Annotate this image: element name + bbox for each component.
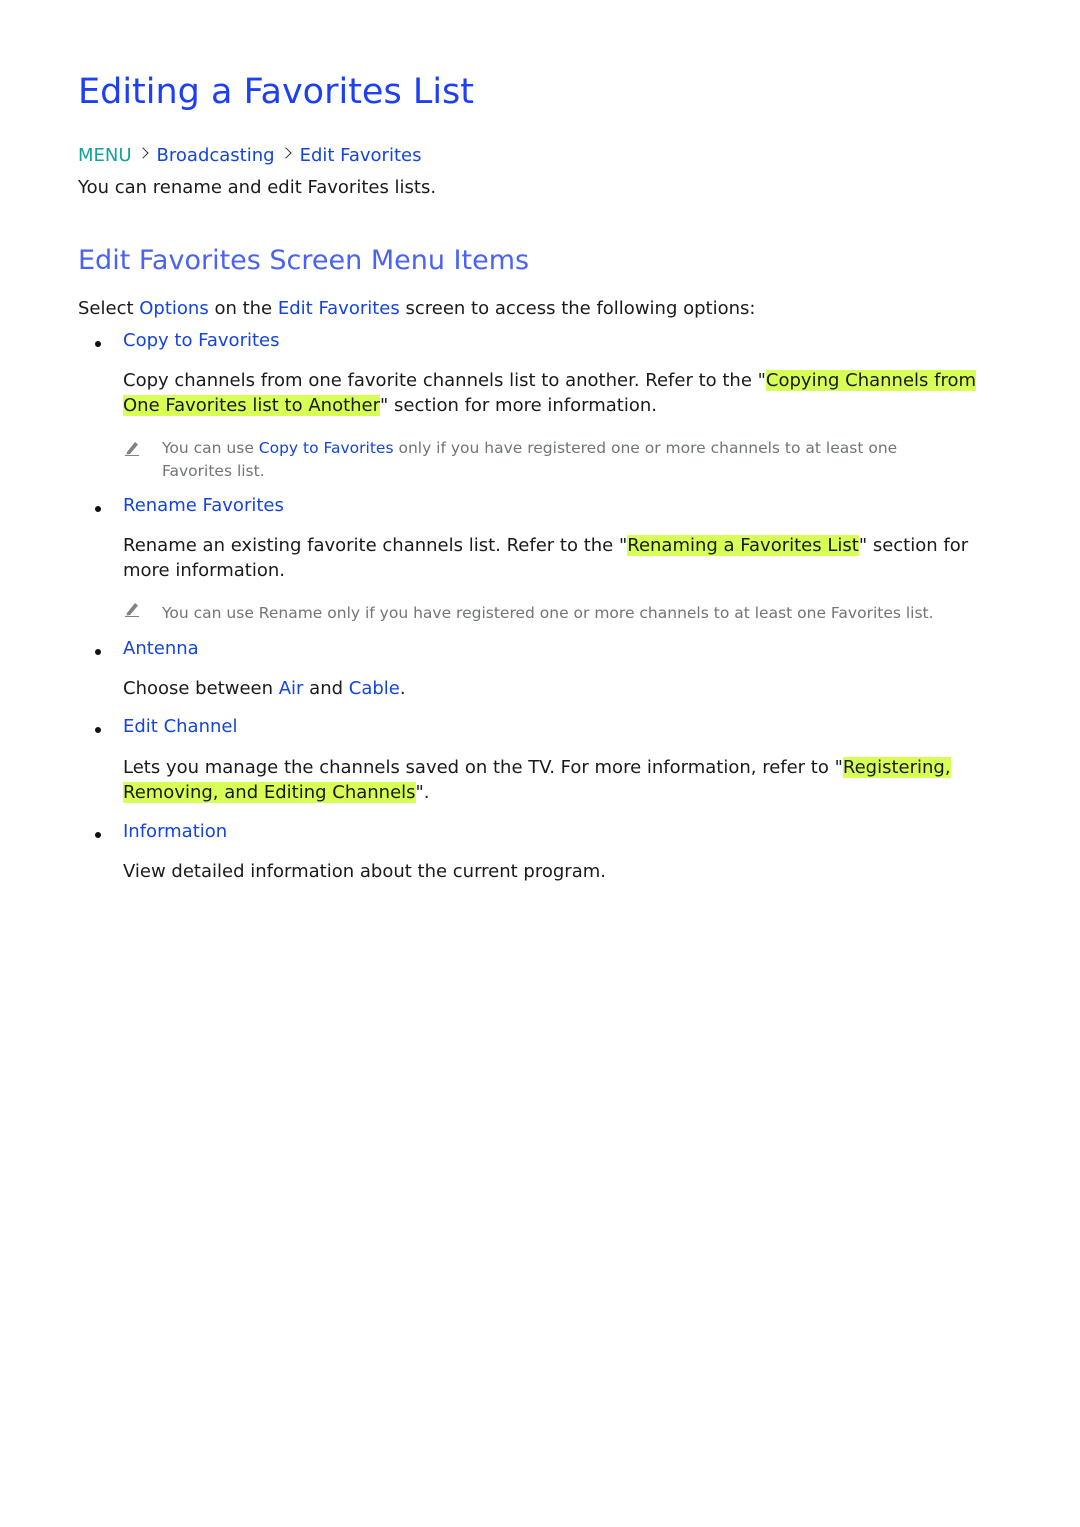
cable-link[interactable]: Cable — [349, 678, 400, 699]
lead-prefix: Select — [78, 298, 140, 319]
desc-text: Choose between — [123, 678, 279, 699]
lead-text: Select Options on the Edit Favorites scr… — [78, 298, 755, 319]
item-title[interactable]: Edit Channel — [123, 716, 237, 737]
highlight-link[interactable]: Renaming a Favorites List — [627, 535, 859, 556]
desc-text: ". — [415, 782, 430, 803]
lead-middle: on the — [208, 298, 278, 319]
note-text: You can use — [162, 439, 259, 457]
breadcrumb-broadcasting[interactable]: Broadcasting — [157, 145, 275, 166]
item-description: Copy channels from one favorite channels… — [123, 368, 993, 418]
bullet-icon — [95, 832, 101, 838]
desc-text: Rename an existing favorite channels lis… — [123, 535, 628, 556]
bullet-icon — [95, 649, 101, 655]
highlight-link[interactable]: Registering, — [842, 757, 951, 778]
item-title[interactable]: Rename Favorites — [123, 495, 284, 516]
chevron-right-icon — [139, 148, 151, 160]
breadcrumb-menu[interactable]: MENU — [78, 145, 132, 166]
desc-text: and — [303, 678, 349, 699]
desc-text: Lets you manage the channels saved on th… — [123, 757, 843, 778]
item-note: You can use Rename only if you have regi… — [162, 604, 934, 622]
lead-suffix: screen to access the following options: — [399, 298, 756, 319]
pencil-note-icon — [125, 603, 139, 617]
highlight-link[interactable]: Removing, and Editing Channels — [123, 782, 416, 803]
air-link[interactable]: Air — [279, 678, 304, 699]
edit-favorites-link[interactable]: Edit Favorites — [278, 298, 400, 319]
desc-text: . — [399, 678, 406, 699]
breadcrumb-edit-favorites[interactable]: Edit Favorites — [300, 145, 422, 166]
item-description: Lets you manage the channels saved on th… — [123, 755, 993, 805]
desc-text: " section for more information. — [380, 395, 658, 416]
item-description: View detailed information about the curr… — [123, 861, 606, 882]
item-description: Choose between Air and Cable. — [123, 676, 993, 701]
bullet-icon — [95, 727, 101, 733]
item-title[interactable]: Antenna — [123, 638, 199, 659]
bullet-icon — [95, 341, 101, 347]
item-title[interactable]: Copy to Favorites — [123, 330, 279, 351]
item-description: Rename an existing favorite channels lis… — [123, 533, 993, 583]
pencil-note-icon — [125, 442, 139, 456]
highlight-link[interactable]: One Favorites list to Another — [123, 395, 381, 416]
breadcrumb: MENU Broadcasting Edit Favorites — [78, 145, 421, 166]
copy-to-favorites-link[interactable]: Copy to Favorites — [259, 439, 394, 457]
bullet-icon — [95, 506, 101, 512]
section-title: Edit Favorites Screen Menu Items — [78, 245, 530, 276]
chevron-right-icon — [282, 148, 294, 160]
highlight-link[interactable]: Copying Channels from — [765, 370, 977, 391]
desc-text: Copy channels from one favorite channels… — [123, 370, 766, 391]
page-title: Editing a Favorites List — [78, 72, 475, 112]
intro-text: You can rename and edit Favorites lists. — [78, 177, 437, 198]
item-title[interactable]: Information — [123, 821, 227, 842]
options-link[interactable]: Options — [139, 298, 208, 319]
item-note: You can use Copy to Favorites only if yo… — [162, 437, 962, 483]
